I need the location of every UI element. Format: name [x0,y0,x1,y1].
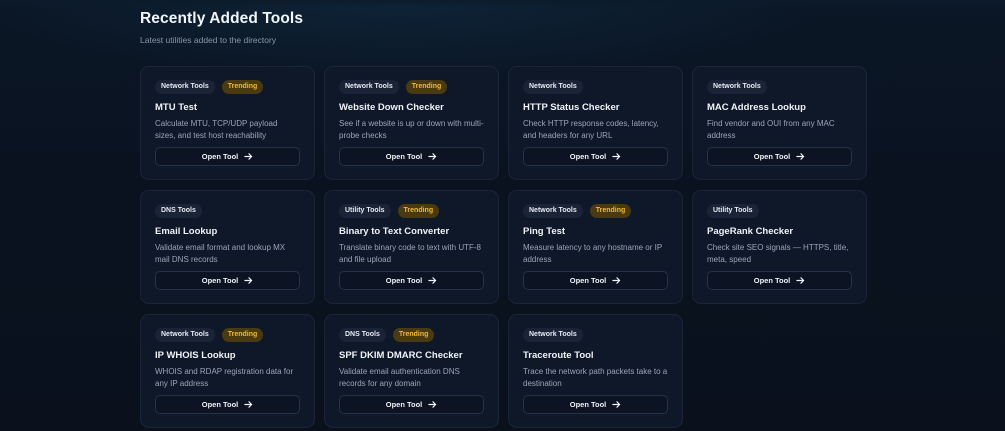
trending-badge: Trending [405,80,448,94]
trending-badge: Trending [589,204,632,218]
category-badge: Utility Tools [707,204,759,218]
tool-description: Validate email authentication DNS record… [339,367,460,388]
open-tool-label: Open Tool [569,276,607,285]
tool-title: SPF DKIM DMARC Checker [339,350,463,361]
tool-card: Network Tools Traceroute Tool Trace the ne… [508,314,683,428]
category-badge: Network Tools [339,80,399,94]
tool-description: Translate binary code to text with UTF-8… [339,243,481,264]
section-subtitle: Latest utilities added to the directory [140,35,277,45]
tool-description: WHOIS and RDAP registration data for any… [155,367,294,388]
tool-title: Ping Test [523,226,566,237]
open-tool-label: Open Tool [385,152,423,161]
badge-row: Network Tools Trending [155,328,300,342]
category-badge: Network Tools [155,80,215,94]
tool-title: HTTP Status Checker [523,102,620,113]
arrow-right-icon [612,152,621,161]
open-tool-label: Open Tool [201,276,239,285]
tool-title: PageRank Checker [707,226,794,237]
tools-grid: Network Tools Trending MTU Test Calculate M… [140,66,867,428]
recent-tools-header: Recently Added Tools Latest utilities ad… [140,10,870,45]
badge-row: Network Tools Trending [155,80,300,94]
open-tool-button[interactable]: Open Tool [523,147,668,166]
arrow-right-icon [428,152,437,161]
arrow-right-icon [796,152,805,161]
arrow-right-icon [612,276,621,285]
badge-row: Network Tools [523,80,668,94]
category-badge: Network Tools [707,80,767,94]
open-tool-button[interactable]: Open Tool [339,395,484,414]
open-tool-label: Open Tool [753,152,791,161]
open-tool-label: Open Tool [201,152,239,161]
open-tool-button[interactable]: Open Tool [155,147,300,166]
open-tool-button[interactable]: Open Tool [523,395,668,414]
category-badge: Network Tools [155,328,215,342]
category-badge: DNS Tools [339,328,386,342]
open-tool-button[interactable]: Open Tool [155,271,300,290]
arrow-right-icon [428,400,437,409]
trending-badge: Trending [392,328,435,342]
tool-description: Calculate MTU, TCP/UDP payload sizes, an… [155,119,278,140]
badge-row: Utility Tools Trending [339,204,484,218]
tool-card: DNS Tools Email Lookup Validate email form… [140,190,315,304]
open-tool-button[interactable]: Open Tool [155,395,300,414]
trending-badge: Trending [221,328,264,342]
tool-description: See if a website is up or down with mult… [339,119,484,140]
arrow-right-icon [612,400,621,409]
tool-title: Website Down Checker [339,102,444,113]
tool-description: Check site SEO signals — HTTPS, title, m… [707,243,849,264]
tool-card: DNS Tools Trending SPF DKIM DMARC Checker V… [324,314,499,428]
tool-description: Measure latency to any hostname or IP ad… [523,243,663,264]
tool-card: Utility Tools Trending Binary to Text Conv… [324,190,499,304]
badge-row: Network Tools Trending [523,204,668,218]
tool-description: Check HTTP response codes, latency, and … [523,119,659,140]
category-badge: Utility Tools [339,204,391,218]
tool-card: Network Tools Trending MTU Test Calculate M… [140,66,315,180]
open-tool-label: Open Tool [569,152,607,161]
open-tool-button[interactable]: Open Tool [707,271,852,290]
tool-card: Utility Tools PageRank Checker Check site … [692,190,867,304]
open-tool-button[interactable]: Open Tool [339,271,484,290]
category-badge: Network Tools [523,328,583,342]
tool-card: Network Tools Trending Ping Test Measure la… [508,190,683,304]
tool-card: Network Tools Trending IP WHOIS Lookup WHOI… [140,314,315,428]
tool-card: Network Tools HTTP Status Checker Check HT… [508,66,683,180]
badge-row: Network Tools [523,328,668,342]
arrow-right-icon [244,276,253,285]
badge-row: Network Tools Trending [339,80,484,94]
badge-row: DNS Tools Trending [339,328,484,342]
trending-badge: Trending [397,204,440,218]
tool-title: Binary to Text Converter [339,226,450,237]
top-divider [0,0,1005,8]
arrow-right-icon [428,276,437,285]
tool-card: Network Tools MAC Address Lookup Find vend… [692,66,867,180]
arrow-right-icon [244,152,253,161]
badge-row: DNS Tools [155,204,300,218]
open-tool-label: Open Tool [385,400,423,409]
trending-badge: Trending [221,80,264,94]
tool-title: Email Lookup [155,226,218,237]
open-tool-label: Open Tool [385,276,423,285]
tool-description: Find vendor and OUI from any MAC address [707,119,835,140]
open-tool-label: Open Tool [753,276,791,285]
open-tool-button[interactable]: Open Tool [339,147,484,166]
arrow-right-icon [244,400,253,409]
category-badge: DNS Tools [155,204,202,218]
tool-title: MTU Test [155,102,198,113]
section-title: Recently Added Tools [140,10,304,27]
tool-card: Network Tools Trending Website Down Checke… [324,66,499,180]
open-tool-label: Open Tool [569,400,607,409]
badge-row: Utility Tools [707,204,852,218]
tool-title: MAC Address Lookup [707,102,806,113]
open-tool-label: Open Tool [201,400,239,409]
open-tool-button[interactable]: Open Tool [523,271,668,290]
tool-title: IP WHOIS Lookup [155,350,236,361]
category-badge: Network Tools [523,204,583,218]
tool-description: Validate email format and lookup MX mail… [155,243,286,264]
tool-title: Traceroute Tool [523,350,594,361]
badge-row: Network Tools [707,80,852,94]
arrow-right-icon [796,276,805,285]
tool-description: Trace the network path packets take to a… [523,367,668,388]
category-badge: Network Tools [523,80,583,94]
open-tool-button[interactable]: Open Tool [707,147,852,166]
